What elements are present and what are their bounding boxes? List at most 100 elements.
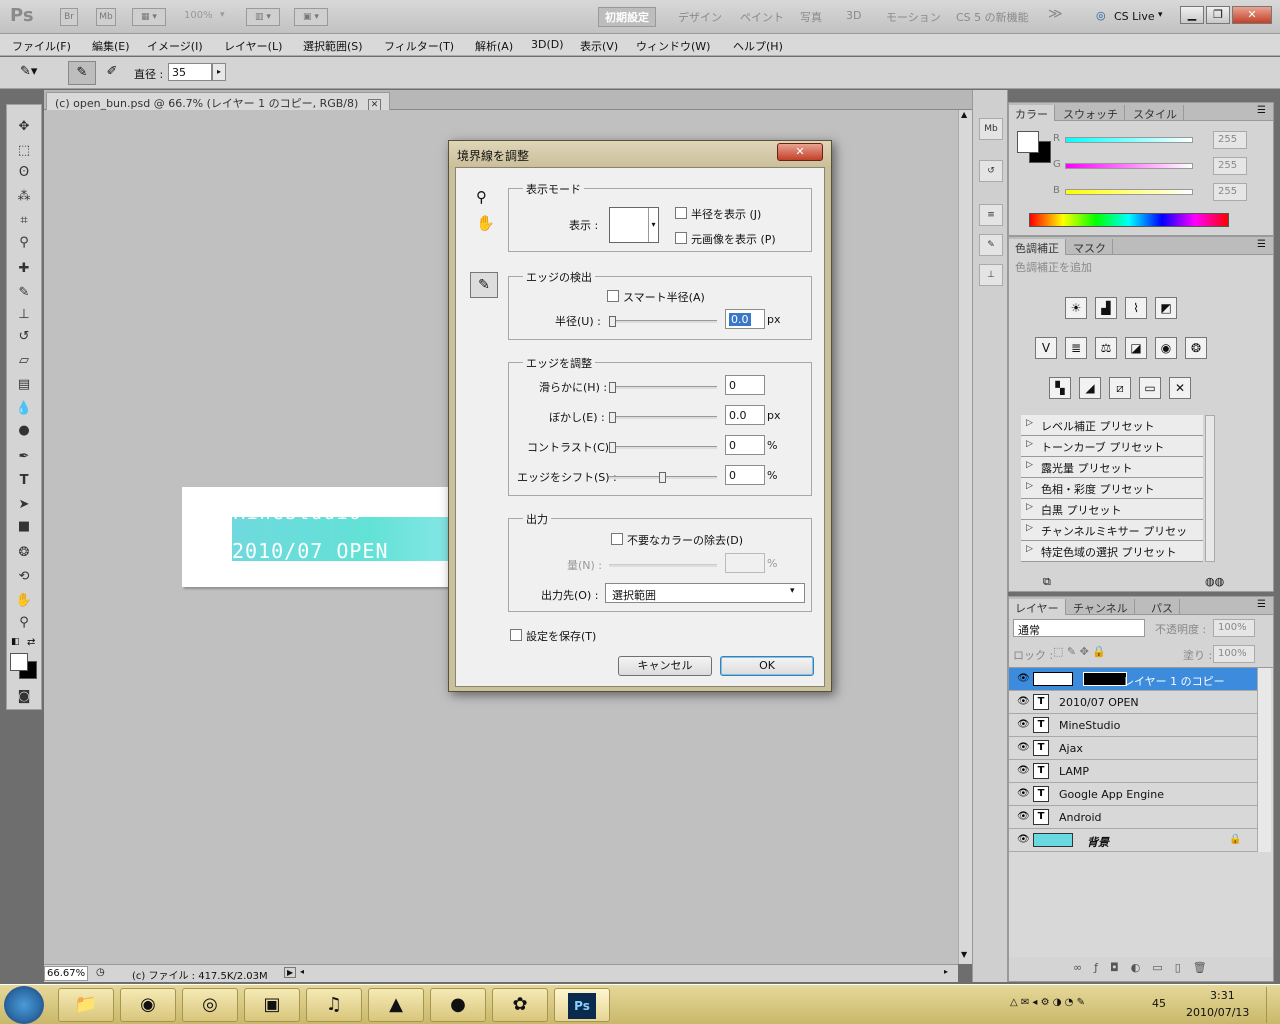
curves-icon[interactable]: ⌇ — [1125, 297, 1147, 319]
document-canvas[interactable]: MineStudio 2010/07 OPEN — [182, 487, 462, 587]
layers-scrollbar[interactable] — [1257, 668, 1271, 852]
diameter-input[interactable]: 35 — [168, 63, 212, 81]
clone-source-icon[interactable]: ⊥ — [979, 264, 1003, 286]
mini-bridge-button[interactable]: Mb — [96, 8, 116, 26]
tab-paths[interactable]: パス — [1145, 599, 1180, 615]
clock-time[interactable]: 3:31 — [1210, 989, 1235, 1002]
visibility-eye-icon[interactable]: 👁 — [1017, 765, 1030, 776]
ime-indicator[interactable]: 45 — [1152, 997, 1166, 1010]
layer-row[interactable]: 👁 T 2010/07 OPEN — [1009, 691, 1257, 714]
refine-radius-tool-icon[interactable]: ✎ — [68, 61, 96, 85]
chrome-icon[interactable]: ◎ — [182, 988, 238, 1022]
zoom-dropdown-icon[interactable]: ▾ — [220, 10, 225, 20]
start-button[interactable] — [4, 986, 44, 1024]
r-slider[interactable] — [1065, 137, 1193, 143]
shape-tool-icon[interactable]: ■ — [13, 517, 35, 537]
layer-row[interactable]: 👁 T LAMP — [1009, 760, 1257, 783]
ok-button[interactable]: OK — [720, 656, 814, 676]
preset-black-white[interactable]: 白黒 プリセット — [1021, 499, 1203, 520]
quick-selection-tool-icon[interactable]: ⁂ — [13, 187, 35, 207]
show-original-checkbox[interactable] — [675, 232, 687, 244]
output-to-dropdown-icon[interactable]: ▾ — [790, 586, 795, 596]
g-slider[interactable] — [1065, 163, 1193, 169]
b-value[interactable]: 255 — [1213, 183, 1247, 201]
shift-edge-input[interactable]: 0 — [725, 465, 765, 485]
app-whale-icon[interactable]: ▲ — [368, 988, 424, 1022]
show-radius-checkbox[interactable] — [675, 207, 687, 219]
clock-date[interactable]: 2010/07/13 — [1186, 1006, 1249, 1019]
adjustments-menu-icon[interactable]: ☰ — [1257, 239, 1266, 250]
cs-live-icon[interactable]: ◎ — [1096, 9, 1106, 22]
default-colors-icon[interactable]: ◧ — [11, 637, 20, 647]
menu-file[interactable]: ファイル(F) — [12, 38, 71, 54]
lock-icons[interactable]: ⬚ ✎ ✥ 🔒 — [1053, 645, 1106, 658]
layers-menu-icon[interactable]: ☰ — [1257, 599, 1266, 610]
threshold-icon[interactable]: ⧄ — [1109, 377, 1131, 399]
itunes-icon[interactable]: ♫ — [306, 988, 362, 1022]
layer-footer-icons[interactable]: ∞ƒ◘◐▭▯🗑 — [1073, 961, 1219, 974]
more-workspaces-icon[interactable]: ≫ — [1048, 6, 1063, 22]
layer-row[interactable]: 👁 T MineStudio — [1009, 714, 1257, 737]
radius-slider[interactable] — [609, 316, 717, 327]
foreground-color-chip[interactable] — [1017, 131, 1039, 153]
preset-hue-saturation[interactable]: 色相・彩度 プリセット — [1021, 478, 1203, 499]
scroll-up-icon[interactable]: ▲ — [961, 110, 967, 119]
adjustment-layer-icon[interactable]: ⧉ — [1043, 575, 1051, 589]
color-spectrum-bar[interactable] — [1029, 213, 1229, 227]
menu-select[interactable]: 選択範囲(S) — [303, 38, 363, 54]
eraser-tool-icon[interactable]: ▱ — [13, 351, 35, 371]
smooth-input[interactable]: 0 — [725, 375, 765, 395]
brightness-contrast-icon[interactable]: ☀ — [1065, 297, 1087, 319]
presets-scrollbar[interactable] — [1205, 415, 1215, 562]
workspace-design[interactable]: デザイン — [678, 9, 722, 25]
cs-live-dropdown-icon[interactable]: ▾ — [1158, 10, 1163, 20]
layer-row[interactable]: 👁 T Ajax — [1009, 737, 1257, 760]
diameter-slider-icon[interactable]: ▸ — [212, 63, 226, 81]
visibility-eye-icon[interactable]: 👁 — [1017, 811, 1030, 822]
mini-bridge-panel-icon[interactable]: Mb — [979, 118, 1003, 140]
posterize-icon[interactable]: ◢ — [1079, 377, 1101, 399]
scroll-down-icon[interactable]: ▼ — [961, 950, 967, 959]
layer-row[interactable]: 👁 T Google App Engine — [1009, 783, 1257, 806]
menu-help[interactable]: ヘルプ(H) — [733, 38, 783, 54]
preset-levels[interactable]: レベル補正 プリセット — [1021, 415, 1203, 436]
menu-window[interactable]: ウィンドウ(W) — [636, 38, 710, 54]
document-tab[interactable]: (c) open_bun.psd @ 66.7% (レイヤー 1 のコピー, R… — [46, 92, 391, 111]
workspace-essentials[interactable]: 初期設定 — [598, 7, 656, 27]
firefox-icon[interactable]: ◉ — [120, 988, 176, 1022]
workspace-photography[interactable]: 写真 — [800, 9, 822, 25]
contrast-input[interactable]: 0 — [725, 435, 765, 455]
type-tool-icon[interactable]: T — [13, 471, 35, 491]
menu-3d[interactable]: 3D(D) — [531, 38, 564, 51]
workspace-cs5-new[interactable]: CS 5 の新機能 — [956, 9, 1029, 25]
minimize-icon[interactable]: ▁ — [1180, 6, 1204, 24]
layer-row[interactable]: 👁 T Android — [1009, 806, 1257, 829]
shift-edge-slider[interactable] — [609, 472, 717, 483]
visibility-eye-icon[interactable]: 👁 — [1017, 719, 1030, 730]
zoom-level[interactable]: 100% — [184, 10, 213, 21]
tab-styles[interactable]: スタイル — [1127, 105, 1184, 121]
3d-rotate-tool-icon[interactable]: ❂ — [13, 543, 35, 563]
marquee-tool-icon[interactable]: ⬚ — [13, 141, 35, 161]
tab-masks[interactable]: マスク — [1067, 239, 1113, 255]
hand-tool-icon[interactable]: ✋ — [476, 214, 495, 232]
opacity-input[interactable]: 100% — [1213, 619, 1255, 637]
menu-layer[interactable]: レイヤー(L) — [224, 38, 282, 54]
status-zoom[interactable]: 66.67% — [44, 966, 88, 981]
view-mode-dropdown[interactable]: ▾ — [609, 207, 659, 243]
path-selection-tool-icon[interactable]: ➤ — [13, 495, 35, 515]
preset-curves[interactable]: トーンカーブ プリセット — [1021, 436, 1203, 457]
fill-input[interactable]: 100% — [1213, 645, 1255, 663]
blend-mode-select[interactable]: 通常 — [1013, 619, 1145, 637]
brush-panel-icon[interactable]: ✎ — [979, 234, 1003, 256]
tray-icons[interactable]: △ ✉ ◂ ⚙ ◑ ◔ ✎ — [1010, 997, 1085, 1008]
view-extras-icon[interactable]: ▦ ▾ — [132, 8, 166, 26]
terminal-icon[interactable]: ▣ — [244, 988, 300, 1022]
bridge-button[interactable]: Br — [60, 8, 78, 26]
blur-tool-icon[interactable]: 💧 — [13, 399, 35, 419]
visibility-eye-icon[interactable]: 👁 — [1017, 834, 1030, 845]
vertical-scrollbar[interactable]: ▲ ▼ — [958, 110, 972, 964]
erase-refinements-tool-icon[interactable]: ✐ — [100, 61, 124, 85]
eclipse-icon[interactable]: ● — [430, 988, 486, 1022]
zoom-tool-icon[interactable]: ⚲ — [476, 188, 487, 206]
